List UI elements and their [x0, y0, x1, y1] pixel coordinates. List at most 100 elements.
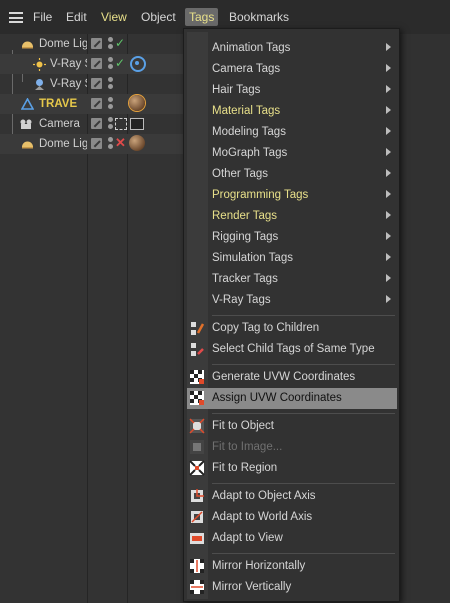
menu-item-copy-tag-to-children[interactable]: Copy Tag to Children [184, 318, 399, 339]
layer-dots-icon[interactable] [108, 37, 113, 51]
submenu-modeling-tags[interactable]: Modeling Tags [184, 122, 399, 143]
visibility-toggle[interactable] [91, 98, 102, 109]
dome-light-icon [21, 138, 33, 149]
menu-item-label: Simulation Tags [212, 252, 293, 264]
menu-edit[interactable]: Edit [66, 10, 87, 24]
menu-item-mirror-vertically[interactable]: Mirror Vertically [184, 577, 399, 598]
menu-item-fit-to-region[interactable]: Fit to Region [184, 458, 399, 479]
submenu-rigging-tags[interactable]: Rigging Tags [184, 227, 399, 248]
fit-to-region-icon [189, 460, 205, 476]
menu-item-select-child-tags[interactable]: Select Child Tags of Same Type [184, 339, 399, 360]
layer-dots-icon[interactable] [108, 137, 113, 151]
submenu-arrow-icon [386, 274, 391, 282]
adapt-object-axis-icon [189, 488, 205, 504]
menu-item-assign-uvw[interactable]: Assign UVW Coordinates [187, 388, 397, 409]
submenu-material-tags[interactable]: Material Tags [184, 101, 399, 122]
visibility-toggle[interactable] [91, 58, 102, 69]
submenu-arrow-icon [386, 295, 391, 303]
object-manager: Dome Lig ✓ V-Ray S ✓ V-Ray S TRAVE [0, 34, 183, 603]
menu-object[interactable]: Object [141, 10, 176, 24]
menu-item-label: Material Tags [212, 105, 281, 117]
submenu-animation-tags[interactable]: Animation Tags [184, 38, 399, 59]
submenu-camera-tags[interactable]: Camera Tags [184, 59, 399, 80]
hamburger-menu-icon[interactable] [9, 12, 23, 23]
object-row[interactable]: V-Ray S ✓ [0, 54, 183, 74]
menu-item-label: Modeling Tags [212, 126, 286, 138]
menu-tags[interactable]: Tags [185, 8, 219, 26]
layer-dots-icon[interactable] [108, 97, 113, 111]
menu-item-mirror-horizontally[interactable]: Mirror Horizontally [184, 556, 399, 577]
enabled-check-icon[interactable]: ✓ [115, 36, 125, 50]
dome-light-icon [21, 38, 33, 49]
submenu-arrow-icon [386, 211, 391, 219]
menu-item-label: Animation Tags [212, 42, 291, 54]
menu-item-label: Fit to Region [212, 462, 278, 474]
menu-bookmarks[interactable]: Bookmarks [229, 10, 289, 24]
submenu-arrow-icon [386, 190, 391, 198]
fit-to-image-icon [189, 439, 205, 455]
submenu-arrow-icon [386, 85, 391, 93]
camera-tag-icon[interactable] [130, 118, 144, 130]
enabled-check-icon[interactable]: ✓ [115, 56, 125, 70]
target-tag-icon[interactable] [115, 118, 127, 130]
menu-item-label: V-Ray Tags [212, 294, 271, 306]
visibility-toggle[interactable] [91, 38, 102, 49]
object-row[interactable]: V-Ray S [0, 74, 183, 94]
submenu-render-tags[interactable]: Render Tags [184, 206, 399, 227]
submenu-arrow-icon [386, 253, 391, 261]
visibility-toggle[interactable] [91, 118, 102, 129]
submenu-arrow-icon [386, 169, 391, 177]
layer-dots-icon[interactable] [108, 117, 113, 131]
submenu-tracker-tags[interactable]: Tracker Tags [184, 269, 399, 290]
menu-item-label: Fit to Object [212, 420, 274, 432]
submenu-mograph-tags[interactable]: MoGraph Tags [184, 143, 399, 164]
object-name: Camera [39, 118, 80, 130]
visibility-toggle[interactable] [91, 138, 102, 149]
object-row[interactable]: Camera [0, 114, 183, 134]
assign-uvw-icon [189, 390, 205, 406]
submenu-arrow-icon [386, 43, 391, 51]
menu-item-label: Mirror Horizontally [212, 560, 306, 572]
sun-light-icon [33, 58, 46, 71]
null-object-icon [20, 97, 35, 110]
object-row[interactable]: Dome Lig ✓ [0, 34, 183, 54]
submenu-vray-tags[interactable]: V-Ray Tags [184, 290, 399, 311]
menu-item-generate-uvw[interactable]: Generate UVW Coordinates [184, 367, 399, 388]
menu-item-label: Fit to Image... [212, 441, 283, 453]
vray-tag-icon[interactable] [130, 56, 146, 72]
menu-item-label: Programming Tags [212, 189, 309, 201]
mirror-vertical-icon [189, 579, 205, 595]
disabled-cross-icon[interactable]: ✕ [115, 135, 126, 151]
menu-separator [212, 413, 395, 414]
object-name: V-Ray S [50, 78, 87, 90]
submenu-arrow-icon [386, 106, 391, 114]
material-tag-icon[interactable] [129, 95, 145, 111]
fit-to-object-icon [189, 418, 205, 434]
menu-separator [212, 315, 395, 316]
menu-item-label: Rigging Tags [212, 231, 279, 243]
select-child-tags-icon [189, 341, 205, 357]
menu-item-label: Assign UVW Coordinates [212, 392, 342, 404]
menu-item-fit-to-object[interactable]: Fit to Object [184, 416, 399, 437]
object-name: Dome Lig [39, 138, 87, 150]
layer-dots-icon[interactable] [108, 77, 113, 91]
menu-file[interactable]: File [33, 10, 52, 24]
submenu-simulation-tags[interactable]: Simulation Tags [184, 248, 399, 269]
tags-dropdown-menu: Animation Tags Camera Tags Hair Tags Mat… [183, 28, 400, 602]
object-row[interactable]: Dome Lig ✕ [0, 134, 183, 154]
submenu-arrow-icon [386, 64, 391, 72]
submenu-other-tags[interactable]: Other Tags [184, 164, 399, 185]
mirror-horizontal-icon [189, 558, 205, 574]
menu-view[interactable]: View [101, 10, 127, 24]
menu-item-fit-to-image: Fit to Image... [184, 437, 399, 458]
submenu-hair-tags[interactable]: Hair Tags [184, 80, 399, 101]
submenu-programming-tags[interactable]: Programming Tags [184, 185, 399, 206]
menu-item-adapt-object-axis[interactable]: Adapt to Object Axis [184, 486, 399, 507]
layer-dots-icon[interactable] [108, 57, 113, 71]
visibility-toggle[interactable] [91, 78, 102, 89]
material-tag-icon[interactable] [129, 135, 145, 151]
menu-item-adapt-to-view[interactable]: Adapt to View [184, 528, 399, 549]
menu-item-adapt-world-axis[interactable]: Adapt to World Axis [184, 507, 399, 528]
object-row[interactable]: TRAVE [0, 94, 183, 114]
generate-uvw-icon [189, 369, 205, 385]
